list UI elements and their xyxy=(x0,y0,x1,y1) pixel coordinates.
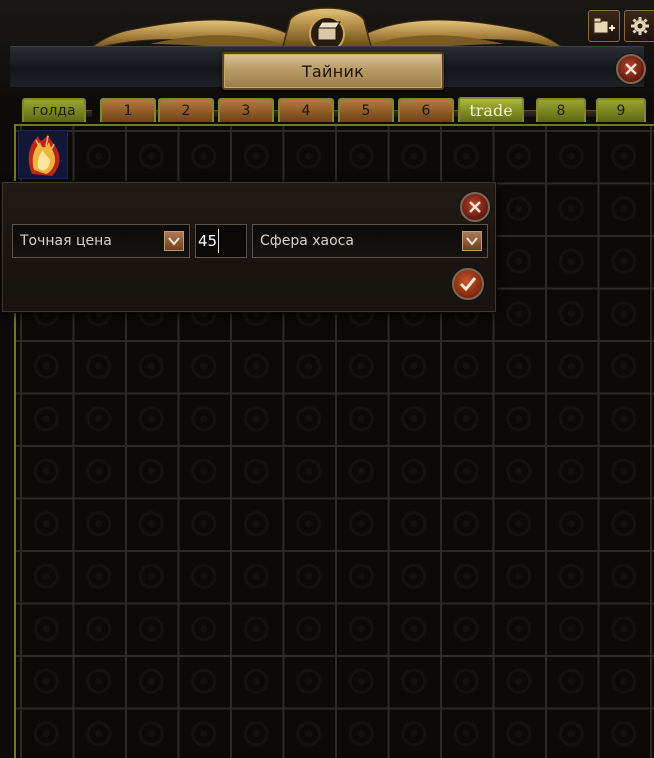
price-dialog: Точная цена 45 Сфера хаоса xyxy=(2,182,496,312)
chevron-down-icon xyxy=(462,231,482,251)
stash-window: Тайник голда 1 2 3 4 5 6 trade 8 9 Точна… xyxy=(0,0,654,758)
price-amount-input[interactable]: 45 xyxy=(195,224,247,258)
tab-trade[interactable]: trade xyxy=(458,97,524,122)
tab-label: 2 xyxy=(181,103,191,119)
flame-shield-item-icon xyxy=(28,134,60,176)
tab-label: голда xyxy=(32,103,76,119)
tab-8[interactable]: 8 xyxy=(536,98,586,122)
text-caret xyxy=(218,229,220,253)
gear-icon xyxy=(631,17,649,35)
close-icon xyxy=(469,201,481,213)
add-tab-button[interactable] xyxy=(588,10,620,42)
tab-label: 5 xyxy=(361,103,371,119)
price-amount-value: 45 xyxy=(198,232,218,250)
chevron-down-icon xyxy=(164,231,184,251)
tab-label: 6 xyxy=(421,103,431,119)
title-plate: Тайник xyxy=(222,52,444,90)
add-tab-icon xyxy=(593,17,615,34)
tab-1[interactable]: 1 xyxy=(100,98,156,122)
close-icon xyxy=(625,63,637,75)
stash-tabs: голда 1 2 3 4 5 6 trade 8 9 xyxy=(20,97,654,124)
dialog-close-button[interactable] xyxy=(460,192,490,222)
checkmark-icon xyxy=(459,277,477,292)
price-mode-value: Точная цена xyxy=(20,233,112,249)
currency-value: Сфера хаоса xyxy=(260,233,354,249)
settings-button[interactable] xyxy=(624,10,654,42)
tab-4[interactable]: 4 xyxy=(278,98,334,122)
stash-header: Тайник xyxy=(0,0,654,96)
confirm-price-button[interactable] xyxy=(452,268,484,300)
tab-label: 3 xyxy=(241,103,251,119)
tab-5[interactable]: 5 xyxy=(338,98,394,122)
page-title: Тайник xyxy=(301,61,365,81)
tab-label: 9 xyxy=(616,103,626,119)
currency-select[interactable]: Сфера хаоса xyxy=(252,224,488,258)
tab-2[interactable]: 2 xyxy=(158,98,214,122)
tab-label: 1 xyxy=(123,103,133,119)
tab-6[interactable]: 6 xyxy=(398,98,454,122)
tab-golda[interactable]: голда xyxy=(22,98,86,122)
tab-label: 4 xyxy=(301,103,311,119)
tab-label: 8 xyxy=(556,103,566,119)
stash-item[interactable] xyxy=(18,130,68,179)
tab-label: trade xyxy=(469,101,513,120)
tab-9[interactable]: 9 xyxy=(596,98,646,122)
price-mode-select[interactable]: Точная цена xyxy=(12,224,190,258)
tab-3[interactable]: 3 xyxy=(218,98,274,122)
close-window-button[interactable] xyxy=(616,54,646,84)
